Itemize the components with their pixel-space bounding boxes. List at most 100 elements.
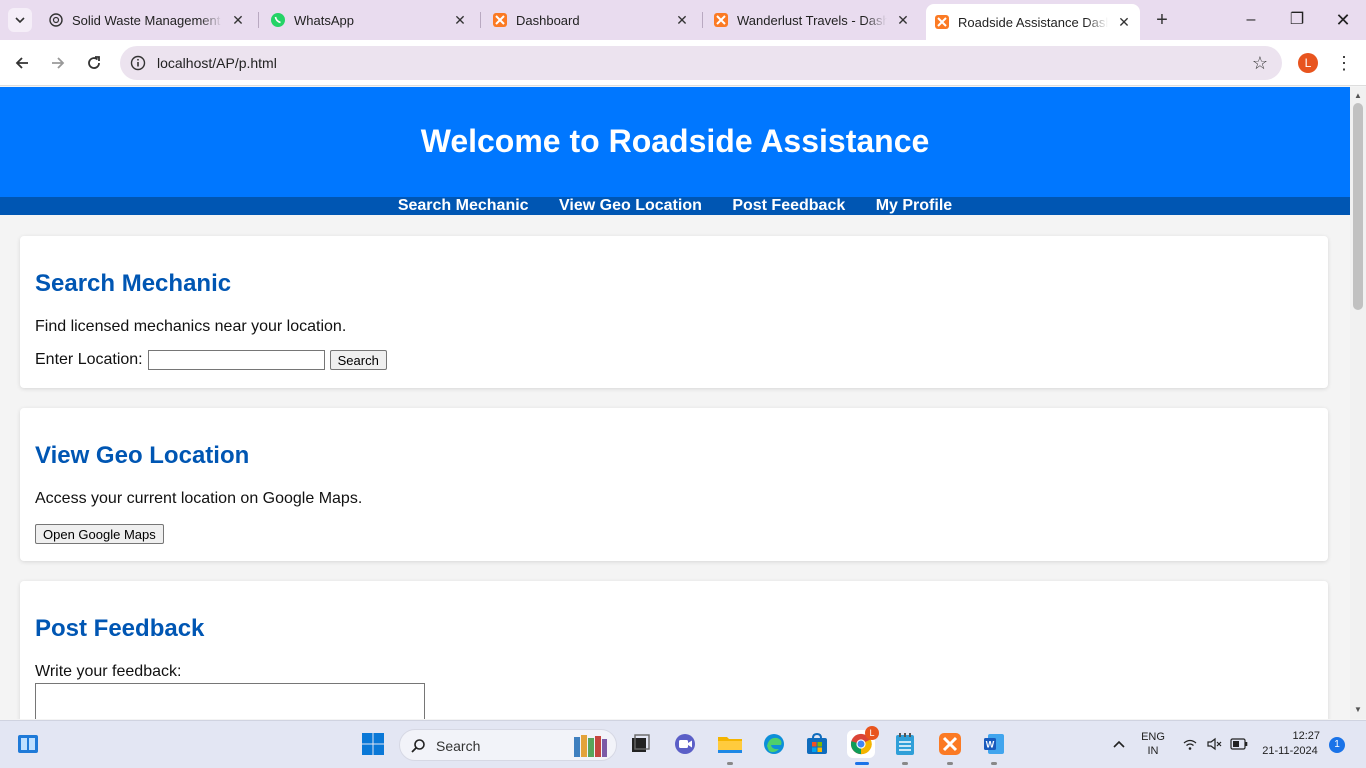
section-heading: Post Feedback <box>35 615 205 642</box>
browser-tab-wanderlust[interactable]: Wanderlust Travels - Dashbo ✕ <box>699 4 921 36</box>
close-window-button[interactable]: ✕ <box>1328 8 1358 32</box>
language-code: ENG <box>1141 731 1165 743</box>
nav-link-post-feedback[interactable]: Post Feedback <box>732 197 845 214</box>
page-title: Welcome to Roadside Assistance <box>420 123 930 159</box>
taskbar-search-label: Search <box>436 738 481 754</box>
close-icon[interactable]: ✕ <box>674 12 690 29</box>
browser-tab-whatsapp[interactable]: WhatsApp ✕ <box>256 4 478 36</box>
scrollbar-thumb[interactable] <box>1353 103 1363 310</box>
clock-time: 12:27 <box>1292 730 1320 742</box>
tab-title: WhatsApp <box>294 12 354 28</box>
tab-title: Solid Waste Management Sy <box>72 12 222 28</box>
volume-muted-icon[interactable] <box>1204 731 1224 757</box>
url-text: localhost/AP/p.html <box>157 55 277 71</box>
wifi-icon[interactable] <box>1180 731 1200 757</box>
clock-date: 21-11-2024 <box>1262 745 1318 757</box>
nav-link-view-geo-location[interactable]: View Geo Location <box>559 197 702 214</box>
close-icon[interactable]: ✕ <box>452 12 468 29</box>
notepad-icon[interactable] <box>892 731 918 757</box>
feedback-prompt: Write your feedback: <box>35 663 182 680</box>
nav-link-my-profile[interactable]: My Profile <box>876 197 952 214</box>
notification-badge[interactable]: 1 <box>1329 737 1345 753</box>
forward-button[interactable] <box>46 51 70 75</box>
site-header: Welcome to Roadside Assistance <box>0 87 1350 197</box>
address-bar[interactable]: localhost/AP/p.html ☆ <box>120 46 1282 80</box>
clock[interactable]: 12:27 21-11-2024 <box>1254 730 1326 757</box>
microsoft-store-icon[interactable] <box>804 731 830 757</box>
active-app-indicator <box>855 762 869 765</box>
maps-row: Open Google Maps <box>35 524 1313 544</box>
chevron-down-icon <box>15 17 25 24</box>
taskbar-search-box[interactable]: Search <box>399 729 617 761</box>
search-mechanic-section: Search Mechanic Find licensed mechanics … <box>20 236 1328 388</box>
chevron-up-icon[interactable] <box>1106 731 1132 757</box>
windows-taskbar: Search L W ENG IN 12:27 21-11-2024 1 <box>0 720 1366 768</box>
view-geo-location-section: View Geo Location Access your current lo… <box>20 408 1328 561</box>
page-viewport: Welcome to Roadside Assistance Search Me… <box>0 87 1350 719</box>
close-icon[interactable]: ✕ <box>895 12 911 29</box>
site-nav: Search Mechanic View Geo Location Post F… <box>0 197 1350 215</box>
widgets-icon[interactable] <box>15 731 41 757</box>
start-windows-icon[interactable] <box>360 731 386 757</box>
page-scrollbar[interactable]: ▲ ▼ <box>1350 87 1366 719</box>
xampp-taskbar-icon[interactable] <box>937 731 963 757</box>
region-code: IN <box>1147 745 1159 757</box>
browser-tab-roadside[interactable]: Roadside Assistance Dashbo ✕ <box>926 4 1140 40</box>
profile-avatar[interactable]: L <box>1298 53 1318 73</box>
browser-tab-dashboard[interactable]: Dashboard ✕ <box>478 4 700 36</box>
task-view-icon[interactable] <box>627 731 653 757</box>
running-indicator <box>902 762 908 765</box>
tab-title: Wanderlust Travels - Dashbo <box>737 12 887 28</box>
scroll-up-arrow-icon[interactable]: ▲ <box>1354 91 1362 100</box>
chrome-profile-badge: L <box>865 726 879 740</box>
xampp-icon <box>493 13 507 27</box>
language-indicator[interactable]: ENG IN <box>1138 731 1168 757</box>
chrome-taskbar-icon[interactable]: L <box>847 726 879 758</box>
search-button[interactable]: Search <box>329 350 387 370</box>
new-tab-button[interactable]: + <box>1150 8 1174 32</box>
scroll-down-arrow-icon[interactable]: ▼ <box>1354 705 1362 714</box>
battery-icon[interactable] <box>1228 731 1250 757</box>
tab-title: Dashboard <box>516 12 580 28</box>
chatgpt-icon <box>49 13 63 27</box>
svg-text:W: W <box>986 740 995 750</box>
browser-toolbar: localhost/AP/p.html ☆ L ⋮ <box>0 40 1366 86</box>
close-icon[interactable]: ✕ <box>230 12 246 29</box>
file-explorer-icon[interactable] <box>717 731 743 757</box>
restore-button[interactable]: ❐ <box>1282 8 1312 32</box>
post-feedback-section: Post Feedback Write your feedback: <box>20 581 1328 719</box>
running-indicator <box>727 762 733 765</box>
word-icon[interactable]: W <box>981 731 1007 757</box>
reload-icon <box>88 56 100 69</box>
xampp-icon <box>935 15 949 29</box>
location-input[interactable] <box>147 350 325 370</box>
location-row: Enter Location: Search <box>35 350 1313 370</box>
minimize-button[interactable]: – <box>1236 8 1266 32</box>
nav-link-search-mechanic[interactable]: Search Mechanic <box>398 197 529 214</box>
edge-browser-icon[interactable] <box>761 731 787 757</box>
browser-menu-icon[interactable]: ⋮ <box>1334 51 1354 75</box>
bookmark-star-icon[interactable]: ☆ <box>1252 53 1268 74</box>
open-google-maps-button[interactable]: Open Google Maps <box>35 524 164 544</box>
xampp-icon <box>714 13 728 27</box>
arrow-left-icon <box>15 57 28 69</box>
search-highlight-books-icon <box>574 735 607 757</box>
browser-tab-solid-waste[interactable]: Solid Waste Management Sy ✕ <box>34 4 256 36</box>
feedback-textarea[interactable] <box>35 683 425 719</box>
section-description: Find licensed mechanics near your locati… <box>35 318 347 335</box>
search-icon <box>411 739 425 753</box>
section-heading: View Geo Location <box>35 442 250 469</box>
xampp-icon <box>939 733 961 755</box>
reload-button[interactable] <box>82 51 106 75</box>
teams-meet-icon[interactable] <box>672 731 698 757</box>
whatsapp-icon <box>271 13 285 27</box>
tab-search-button[interactable] <box>8 8 32 32</box>
browser-tab-strip: Solid Waste Management Sy ✕ WhatsApp ✕ D… <box>0 0 1366 40</box>
tab-title: Roadside Assistance Dashbo <box>958 14 1108 30</box>
arrow-right-icon <box>52 57 65 69</box>
close-icon[interactable]: ✕ <box>1116 14 1132 31</box>
back-button[interactable] <box>10 51 34 75</box>
running-indicator <box>991 762 997 765</box>
location-label: Enter Location: <box>35 351 143 368</box>
info-icon[interactable] <box>130 55 146 71</box>
